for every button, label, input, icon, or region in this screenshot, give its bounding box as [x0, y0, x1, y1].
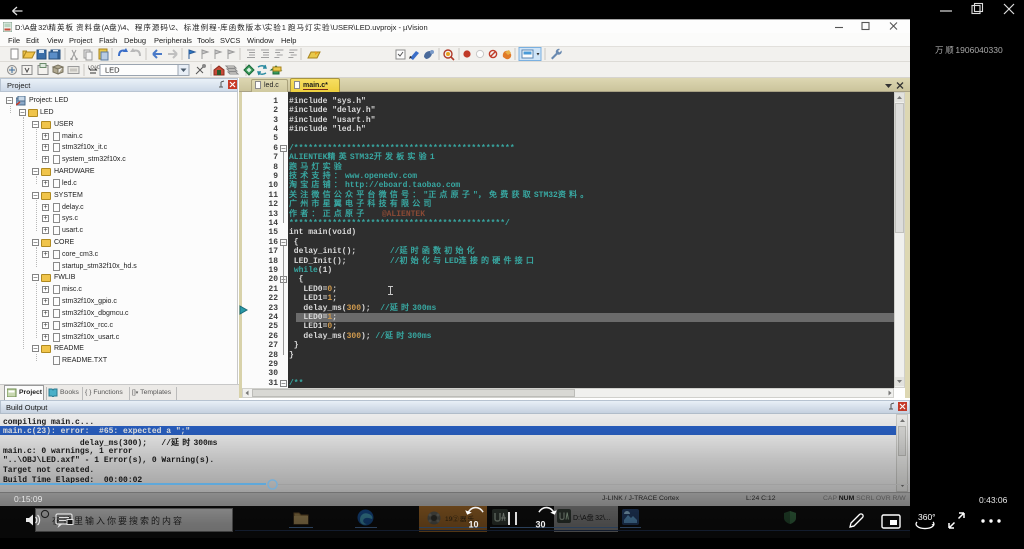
- svg-text:30: 30: [536, 520, 546, 530]
- svg-text:10: 10: [469, 520, 479, 530]
- svg-text:360°: 360°: [918, 512, 936, 522]
- svg-text:LED: LED: [105, 66, 120, 75]
